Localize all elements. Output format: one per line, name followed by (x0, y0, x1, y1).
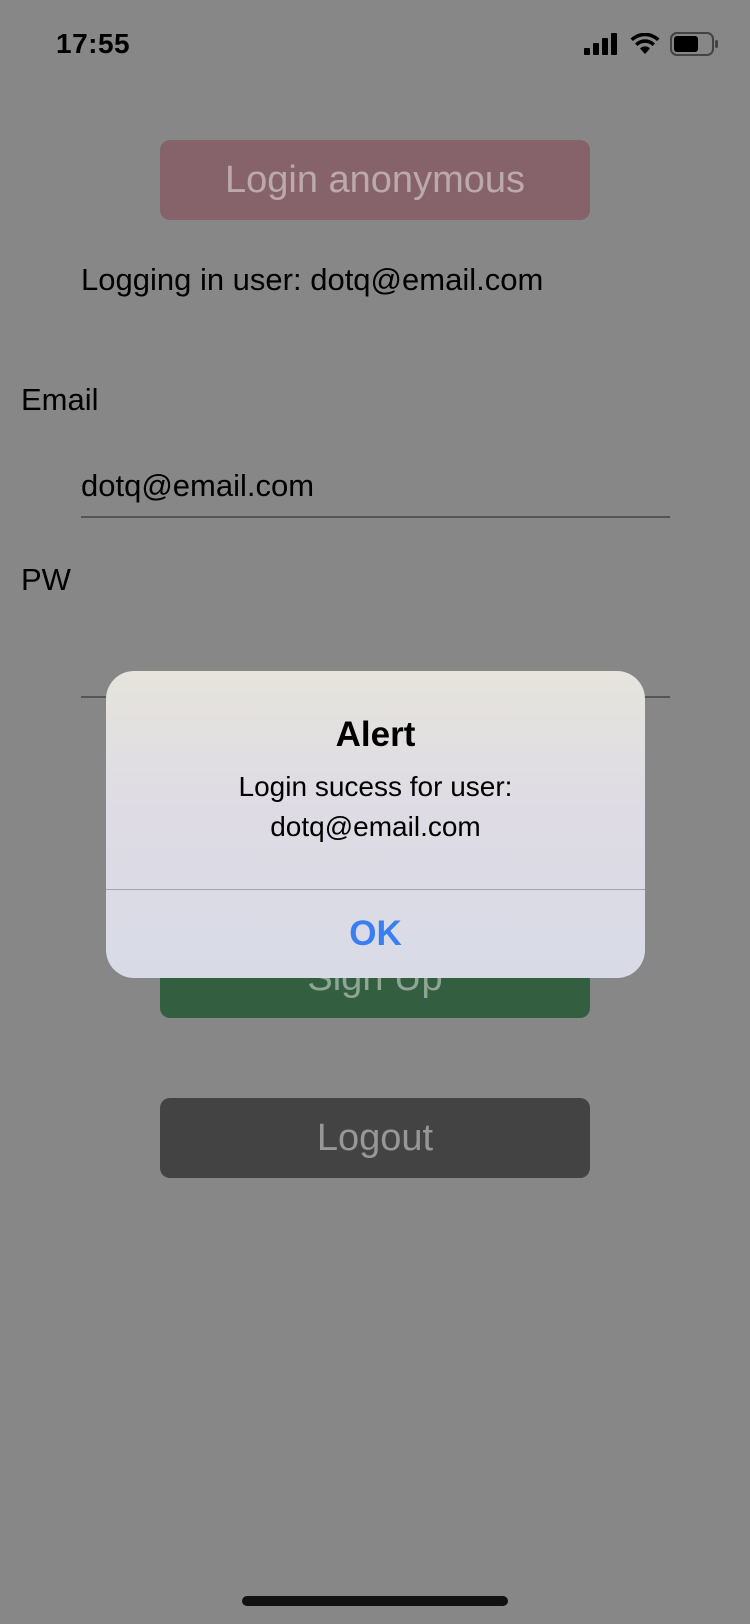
logout-button[interactable]: Logout (160, 1098, 590, 1178)
status-icons (584, 32, 720, 56)
alert-dialog: Alert Login sucess for user: dotq@email.… (106, 671, 645, 978)
alert-ok-button[interactable]: OK (106, 890, 645, 978)
home-indicator[interactable] (242, 1596, 508, 1606)
email-field[interactable]: dotq@email.com (81, 456, 670, 518)
status-time: 17:55 (56, 28, 131, 59)
battery-icon (670, 32, 718, 56)
pw-label: PW (21, 562, 71, 597)
alert-title: Alert (335, 715, 416, 754)
email-label: Email (21, 382, 99, 417)
alert-message-line1: Login sucess for user: (238, 771, 513, 802)
alert-message-line2: dotq@email.com (270, 811, 481, 842)
login-anonymous-button[interactable]: Login anonymous (160, 140, 590, 220)
login-status-text: Logging in user: dotq@email.com (81, 262, 544, 297)
status-bar: 17:55 (0, 0, 750, 90)
wifi-icon (630, 33, 660, 54)
alert-message: Login sucess for user: dotq@email.com (126, 767, 625, 847)
signal-icon (584, 33, 617, 55)
